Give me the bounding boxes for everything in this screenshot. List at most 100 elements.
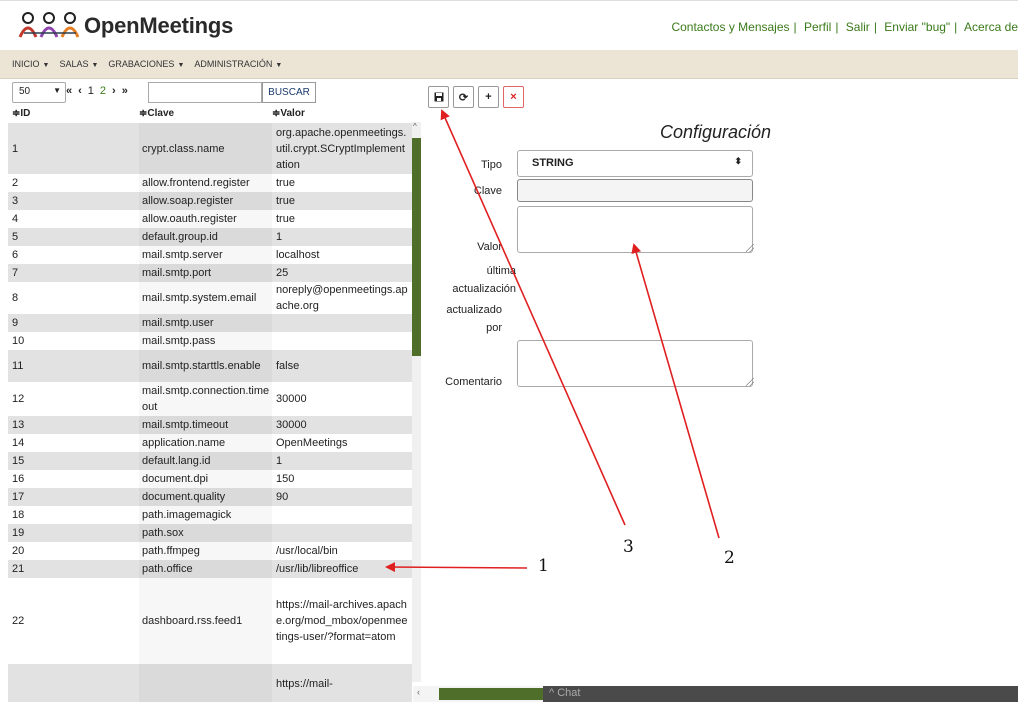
logo[interactable]: OpenMeetings: [18, 11, 233, 41]
table-row[interactable]: 15 default.lang.id 1: [8, 452, 412, 470]
tipo-select[interactable]: STRING ⬍: [517, 150, 753, 177]
cell-id: 18: [12, 509, 25, 521]
page-2-link[interactable]: 2: [100, 85, 106, 97]
menu-recordings[interactable]: GRABACIONES ▼: [108, 59, 184, 69]
first-page-button[interactable]: «: [66, 85, 72, 97]
table-row[interactable]: 11 mail.smtp.starttls.enable false: [8, 350, 412, 382]
pager-nav: « ‹ 1 2 › »: [66, 85, 128, 97]
link-about[interactable]: Acerca de: [964, 20, 1018, 34]
refresh-button[interactable]: ⟳: [453, 86, 474, 108]
table-row[interactable]: 8 mail.smtp.system.email noreply@openmeeti…: [8, 282, 412, 314]
table-row[interactable]: 20 path.ffmpeg/usr/local/bin: [8, 542, 412, 560]
cell-id: 11: [12, 360, 24, 372]
main-menu-bar: INICIO ▼ SALAS ▼ GRABACIONES ▼ ADMINISTRACI…: [0, 50, 1018, 79]
clave-input[interactable]: [517, 179, 753, 202]
table-row[interactable]: 13 mail.smtp.timeout 30000: [8, 416, 412, 434]
table-row[interactable]: https://mail-: [8, 664, 412, 702]
chat-bar[interactable]: ^ Chat: [543, 686, 1018, 702]
grid-scrollbar[interactable]: ^ ⌄: [412, 122, 421, 700]
valor-textarea[interactable]: [517, 206, 753, 253]
scroll-left-icon[interactable]: ‹: [417, 687, 420, 697]
table-row[interactable]: 21 path.office/usr/lib/libreoffice: [8, 560, 412, 578]
table-row[interactable]: 3 allow.soap.register true: [8, 192, 412, 210]
table-row[interactable]: 17 document.quality 90: [8, 488, 412, 506]
cell-value: true: [276, 177, 295, 189]
cell-id: 16: [12, 473, 25, 485]
comentario-textarea[interactable]: [517, 340, 753, 387]
link-logout[interactable]: Salir: [846, 20, 870, 34]
table-row[interactable]: 2 allow.frontend.register true: [8, 174, 412, 192]
column-header-key[interactable]: ≑Clave: [139, 108, 174, 119]
cell-id: 21: [12, 563, 25, 575]
table-row[interactable]: 12 mail.smtp.connection.timeout 30000: [8, 382, 412, 416]
next-page-button[interactable]: ›: [112, 85, 116, 97]
cell-id: 20: [12, 545, 25, 557]
horizontal-scrollbar-thumb[interactable]: [439, 688, 545, 700]
menu-rooms[interactable]: SALAS ▼: [59, 59, 98, 69]
cell-value: 1: [276, 231, 283, 243]
last-page-button[interactable]: »: [122, 85, 128, 97]
current-page: 1: [87, 85, 94, 97]
table-row[interactable]: 16 document.dpi 150: [8, 470, 412, 488]
table-row[interactable]: 19 path.sox: [8, 524, 412, 542]
cell-value: 30000: [276, 393, 307, 405]
scrollbar-thumb[interactable]: [412, 138, 421, 356]
label-comentario: Comentario: [445, 376, 502, 388]
plus-icon: +: [485, 91, 492, 103]
scroll-up-icon[interactable]: ^: [413, 122, 417, 131]
link-report-bug[interactable]: Enviar "bug": [884, 20, 950, 34]
page-size-select[interactable]: 50 ▼: [12, 82, 66, 103]
menu-home[interactable]: INICIO ▼: [12, 59, 49, 69]
cell-value: https://mail-archives.apache.org/mod_mbo…: [276, 599, 408, 643]
table-row[interactable]: 9 mail.smtp.user: [8, 314, 412, 332]
resize-grip-icon[interactable]: [746, 244, 754, 252]
cell-id: [8, 664, 139, 702]
close-icon: ×: [510, 91, 517, 103]
cell-key: path.ffmpeg: [139, 542, 272, 560]
table-row[interactable]: 4 allow.oauth.register true: [8, 210, 412, 228]
cell-value: /usr/lib/libreoffice: [276, 563, 359, 575]
cell-key: default.group.id: [139, 228, 272, 246]
cell-key: path.imagemagick: [139, 506, 272, 524]
delete-button[interactable]: ×: [503, 86, 524, 108]
save-button[interactable]: [428, 86, 449, 108]
resize-grip-icon[interactable]: [746, 378, 754, 386]
table-row[interactable]: 5 default.group.id 1: [8, 228, 412, 246]
table-row[interactable]: 1 crypt.class.name org.apache.openmeetings…: [8, 123, 412, 174]
table-row[interactable]: 10 mail.smtp.pass: [8, 332, 412, 350]
annotation-number-1: 1: [538, 556, 549, 576]
cell-value: [272, 332, 412, 350]
cell-value: 90: [276, 491, 289, 503]
table-row[interactable]: 22 dashboard.rss.feed1 https://mail-archiv…: [8, 578, 412, 664]
table-row[interactable]: 14 application.name OpenMeetings: [8, 434, 412, 452]
top-bar: OpenMeetings Contactos y Mensajes | Perfi…: [0, 0, 1018, 50]
config-form-panel: ⟳ + × Configuración Tipo STRING ⬍ Clave …: [422, 80, 1018, 686]
table-row[interactable]: 18 path.imagemagick: [8, 506, 412, 524]
column-header-id[interactable]: ≑ID: [12, 108, 30, 119]
label-tipo: Tipo: [481, 159, 502, 171]
chevron-down-icon: ▼: [53, 86, 61, 95]
save-icon: [434, 92, 443, 102]
cell-key: mail.smtp.system.email: [139, 282, 272, 314]
add-button[interactable]: +: [478, 86, 499, 108]
link-contacts[interactable]: Contactos y Mensajes: [671, 20, 789, 34]
chevron-up-icon: ^: [549, 687, 555, 699]
search-input[interactable]: [148, 82, 262, 103]
search-button[interactable]: BUSCAR: [262, 82, 316, 103]
cell-value: 25: [276, 267, 289, 279]
table-row[interactable]: 7 mail.smtp.port 25: [8, 264, 412, 282]
cell-id: 6: [12, 249, 19, 261]
chevron-down-icon: ▼: [91, 62, 99, 69]
menu-administration[interactable]: ADMINISTRACIÓN ▼: [194, 59, 282, 69]
link-profile[interactable]: Perfil: [804, 20, 831, 34]
chevron-down-icon: ▼: [177, 62, 185, 69]
cell-key: mail.smtp.user: [139, 314, 272, 332]
cell-id: 17: [12, 491, 25, 503]
cell-key: mail.smtp.server: [139, 246, 272, 264]
cell-key: mail.smtp.connection.timeout: [139, 382, 272, 416]
bottom-bar: ‹ ^ Chat: [413, 686, 1018, 702]
table-row[interactable]: 6 mail.smtp.server localhost: [8, 246, 412, 264]
cell-id: 4: [12, 213, 19, 225]
prev-page-button[interactable]: ‹: [78, 85, 82, 97]
column-header-value[interactable]: ≑Valor: [272, 108, 305, 119]
